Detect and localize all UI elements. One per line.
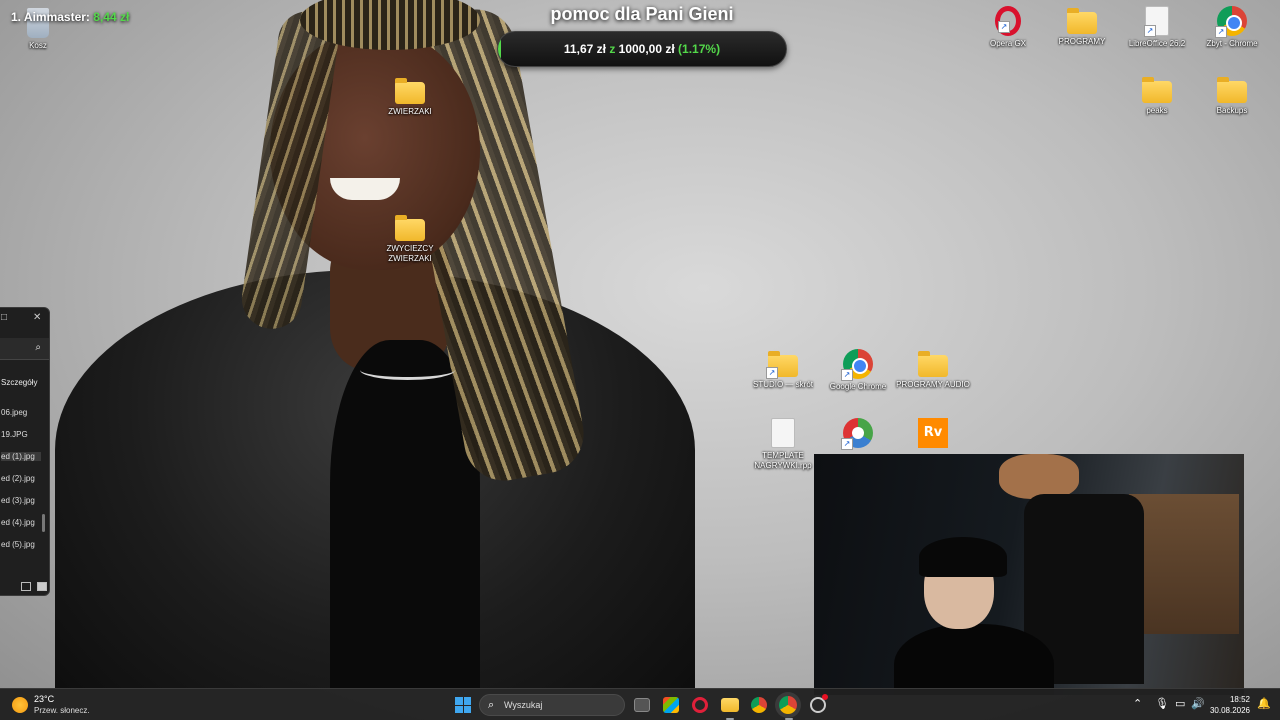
reaper-icon xyxy=(841,418,873,450)
microsoft-store-icon[interactable] xyxy=(663,697,679,713)
desktop-icon-zbyt-chrome[interactable]: Zbyt - Chrome xyxy=(1195,6,1269,49)
desktop-icon-template[interactable]: TEMPLATE NAGRYWKI.rpp xyxy=(746,418,820,471)
libreoffice-icon xyxy=(1144,6,1169,37)
taskbar-search-placeholder: Wyszukaj xyxy=(504,700,543,710)
wallpaper-smile xyxy=(330,178,400,200)
details-pane-toggle[interactable]: Szczegóły xyxy=(1,378,37,387)
desktop-icon-programy-audio[interactable]: PROGRAMY AUDIO xyxy=(896,349,970,390)
folder-icon xyxy=(918,351,948,377)
chevron-up-icon[interactable]: ⌃ xyxy=(1133,697,1142,710)
weather-temperature: 23°C xyxy=(34,694,55,704)
opera-gx-icon xyxy=(995,6,1021,36)
webcam-plush-toy xyxy=(999,454,1079,499)
goal-separator: z xyxy=(609,42,616,56)
volume-icon[interactable]: 🔊 xyxy=(1191,697,1205,710)
file-item[interactable]: 19.JPG xyxy=(1,430,41,439)
file-item[interactable]: ed (5).jpg xyxy=(1,540,41,549)
rv-icon: Rv xyxy=(918,418,948,448)
goal-target: 1000,00 zł xyxy=(618,42,675,56)
goal-percent: (1.17%) xyxy=(678,42,721,56)
desktop-icon-peaks[interactable]: peaks xyxy=(1120,75,1194,116)
chrome-profile-taskbar-icon[interactable] xyxy=(779,696,797,714)
clock-time: 18:52 xyxy=(1229,695,1250,704)
file-explorer-taskbar-icon[interactable] xyxy=(721,698,739,712)
search-icon: ⌕ xyxy=(488,699,495,711)
chrome-taskbar-icon[interactable] xyxy=(751,697,767,713)
donation-goal-title: pomoc dla Pani Gieni xyxy=(550,4,734,24)
folder-icon xyxy=(395,215,425,241)
notification-bell-icon[interactable]: 🔔 xyxy=(1257,697,1271,710)
maximize-icon[interactable]: □ xyxy=(1,312,7,323)
folder-icon xyxy=(1142,77,1172,103)
sun-icon xyxy=(12,697,28,713)
desktop-icon-studio[interactable]: STUDIO — skrót xyxy=(746,349,820,390)
folder-icon xyxy=(1067,8,1097,34)
desktop-icon-backups[interactable]: Backups xyxy=(1195,75,1269,116)
microphone-icon[interactable]: 🎙 xyxy=(1155,697,1169,710)
desktop-icon-opera[interactable]: Opera GX xyxy=(971,6,1045,49)
start-button-windows-icon[interactable] xyxy=(455,697,471,713)
file-item[interactable]: ed (1).jpg xyxy=(1,452,41,461)
webcam-streamer-body xyxy=(894,624,1054,695)
notification-badge-icon xyxy=(822,694,828,700)
donation-goal-bar: 11,67 zł z 1000,00 zł (1.17%) xyxy=(497,31,787,67)
task-view-icon[interactable] xyxy=(634,698,650,712)
folder-icon xyxy=(1217,77,1247,103)
search-icon: ⌕ xyxy=(35,342,41,353)
file-item[interactable]: 06.jpeg xyxy=(1,408,41,417)
chrome-icon xyxy=(841,349,873,381)
clock-date: 30.08.2026 xyxy=(1209,706,1250,715)
top-donor-amount: 8,44 zł xyxy=(93,10,130,24)
file-item[interactable]: ed (3).jpg xyxy=(1,496,41,505)
desktop-icon-reaper[interactable] xyxy=(821,418,895,451)
taskbar-search-input[interactable]: ⌕ Wyszukaj xyxy=(479,694,625,716)
file-item[interactable]: ed (4).jpg xyxy=(1,518,41,527)
chrome-icon xyxy=(1215,6,1247,38)
donation-goal-text: 11,67 zł z 1000,00 zł (1.17%) xyxy=(498,32,786,66)
wallpaper-chain xyxy=(360,360,455,380)
top-donor-name: 1. Aimmaster: xyxy=(11,10,90,24)
close-icon[interactable]: ✕ xyxy=(33,312,41,323)
desktop-icon-google-chrome[interactable]: Google Chrome xyxy=(821,349,895,392)
explorer-search-field[interactable]: ⌕ xyxy=(0,338,49,360)
network-icon[interactable]: ▭ xyxy=(1175,697,1185,710)
folder-icon xyxy=(766,351,798,379)
folder-icon xyxy=(395,78,425,104)
webcam-boxes xyxy=(1129,494,1239,634)
goal-current: 11,67 zł xyxy=(563,42,606,56)
explorer-scrollbar[interactable] xyxy=(42,514,45,532)
file-explorer-window[interactable]: □ ✕ ⌕ Szczegóły 06.jpeg 19.JPG ed (1).jp… xyxy=(0,307,50,596)
opera-gx-taskbar-icon[interactable] xyxy=(692,697,708,713)
weather-widget[interactable]: 23°C Przew. słonecz. xyxy=(12,694,90,716)
taskbar: 23°C Przew. słonecz. ⌕ Wyszukaj ⌃ 🎙 ▭ 🔊 … xyxy=(0,688,1280,720)
file-item[interactable]: ed (2).jpg xyxy=(1,474,41,483)
details-view-icon[interactable] xyxy=(21,582,31,591)
taskbar-clock[interactable]: 18:52 30.08.2026 xyxy=(1210,694,1250,716)
top-donor-overlay: 1. Aimmaster: 8,44 zł xyxy=(11,10,129,24)
reaper-project-icon xyxy=(771,418,795,448)
webcam-overlay xyxy=(814,454,1244,695)
desktop-icon-programy[interactable]: PROGRAMY xyxy=(1045,6,1119,47)
tiles-view-icon[interactable] xyxy=(37,582,47,591)
weather-description: Przew. słonecz. xyxy=(34,706,90,715)
desktop-icon-libreoffice[interactable]: LibreOffice 26.2 xyxy=(1120,6,1194,49)
desktop-icon-zwierzaki[interactable]: ZWIERZAKI xyxy=(373,76,447,117)
desktop-icon-zwyciezcy[interactable]: ZWYCIEZCY ZWIERZAKI xyxy=(373,213,447,264)
webcam-streamer-cap xyxy=(919,537,1007,577)
webcam-streamer xyxy=(894,509,1054,695)
desktop-icon-rv[interactable]: Rv xyxy=(896,418,970,451)
